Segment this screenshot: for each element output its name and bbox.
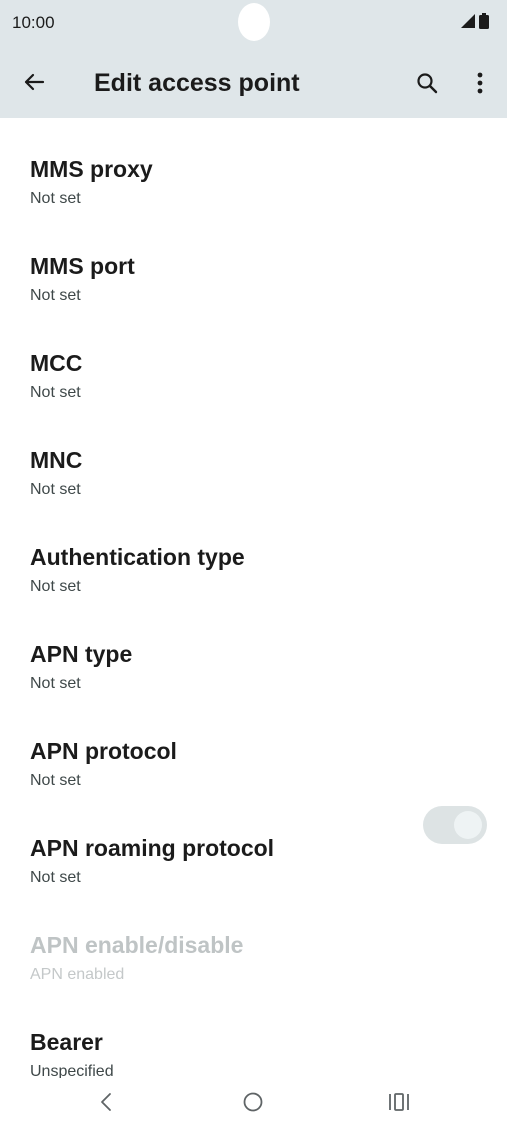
pref-summary: Not set bbox=[30, 869, 81, 886]
search-button[interactable] bbox=[410, 68, 444, 102]
recents-icon bbox=[388, 1092, 410, 1117]
pref-summary: Not set bbox=[30, 675, 81, 692]
search-icon bbox=[416, 72, 438, 99]
back-button[interactable] bbox=[18, 68, 50, 100]
toggle-thumb bbox=[454, 811, 482, 839]
pref-authentication-type[interactable]: Authentication type Not set bbox=[0, 522, 507, 619]
pref-summary: Not set bbox=[30, 481, 81, 498]
app-bar: Edit access point bbox=[0, 48, 507, 118]
nav-recents-button[interactable] bbox=[379, 1086, 419, 1122]
back-nav-icon bbox=[99, 1092, 113, 1117]
pref-apn-protocol[interactable]: APN protocol Not set bbox=[0, 716, 507, 813]
home-icon bbox=[242, 1091, 264, 1118]
pref-summary: Not set bbox=[30, 384, 81, 401]
pref-title: APN enable/disable bbox=[30, 932, 244, 958]
pref-mcc[interactable]: MCC Not set bbox=[0, 328, 507, 425]
pref-summary: Not set bbox=[30, 578, 81, 595]
signal-icon bbox=[461, 14, 475, 33]
camera-cutout bbox=[238, 3, 270, 41]
nav-back-button[interactable] bbox=[86, 1086, 126, 1122]
pref-title: Bearer bbox=[30, 1029, 103, 1055]
status-time: 10:00 bbox=[12, 13, 55, 32]
pref-summary: Not set bbox=[30, 287, 81, 304]
pref-summary: Not set bbox=[30, 772, 81, 789]
status-icons bbox=[461, 13, 489, 34]
battery-icon bbox=[479, 13, 489, 34]
pref-title: Authentication type bbox=[30, 544, 245, 570]
pref-title: MCC bbox=[30, 350, 83, 376]
pref-mnc[interactable]: MNC Not set bbox=[0, 425, 507, 522]
apn-enable-toggle[interactable] bbox=[423, 806, 487, 844]
pref-summary: Not set bbox=[30, 190, 81, 207]
pref-summary: APN enabled bbox=[30, 966, 125, 983]
pref-title: APN roaming protocol bbox=[30, 835, 275, 861]
pref-title: APN type bbox=[30, 641, 133, 667]
pref-title: MMS proxy bbox=[30, 156, 153, 182]
pref-title: APN protocol bbox=[30, 738, 177, 764]
navigation-bar bbox=[0, 1078, 507, 1130]
more-options-button[interactable] bbox=[466, 68, 494, 102]
pref-mms-proxy[interactable]: MMS proxy Not set bbox=[0, 134, 507, 231]
pref-title: MNC bbox=[30, 447, 83, 473]
pref-apn-type[interactable]: APN type Not set bbox=[0, 619, 507, 716]
back-arrow-icon bbox=[23, 71, 45, 98]
page-title: Edit access point bbox=[94, 69, 300, 97]
nav-home-button[interactable] bbox=[233, 1086, 273, 1122]
pref-title: MMS port bbox=[30, 253, 135, 279]
more-vert-icon bbox=[477, 72, 483, 99]
pref-apn-enable-disable: APN enable/disable APN enabled bbox=[0, 910, 507, 1007]
pref-mms-port[interactable]: MMS port Not set bbox=[0, 231, 507, 328]
status-bar: 10:00 bbox=[0, 0, 507, 48]
